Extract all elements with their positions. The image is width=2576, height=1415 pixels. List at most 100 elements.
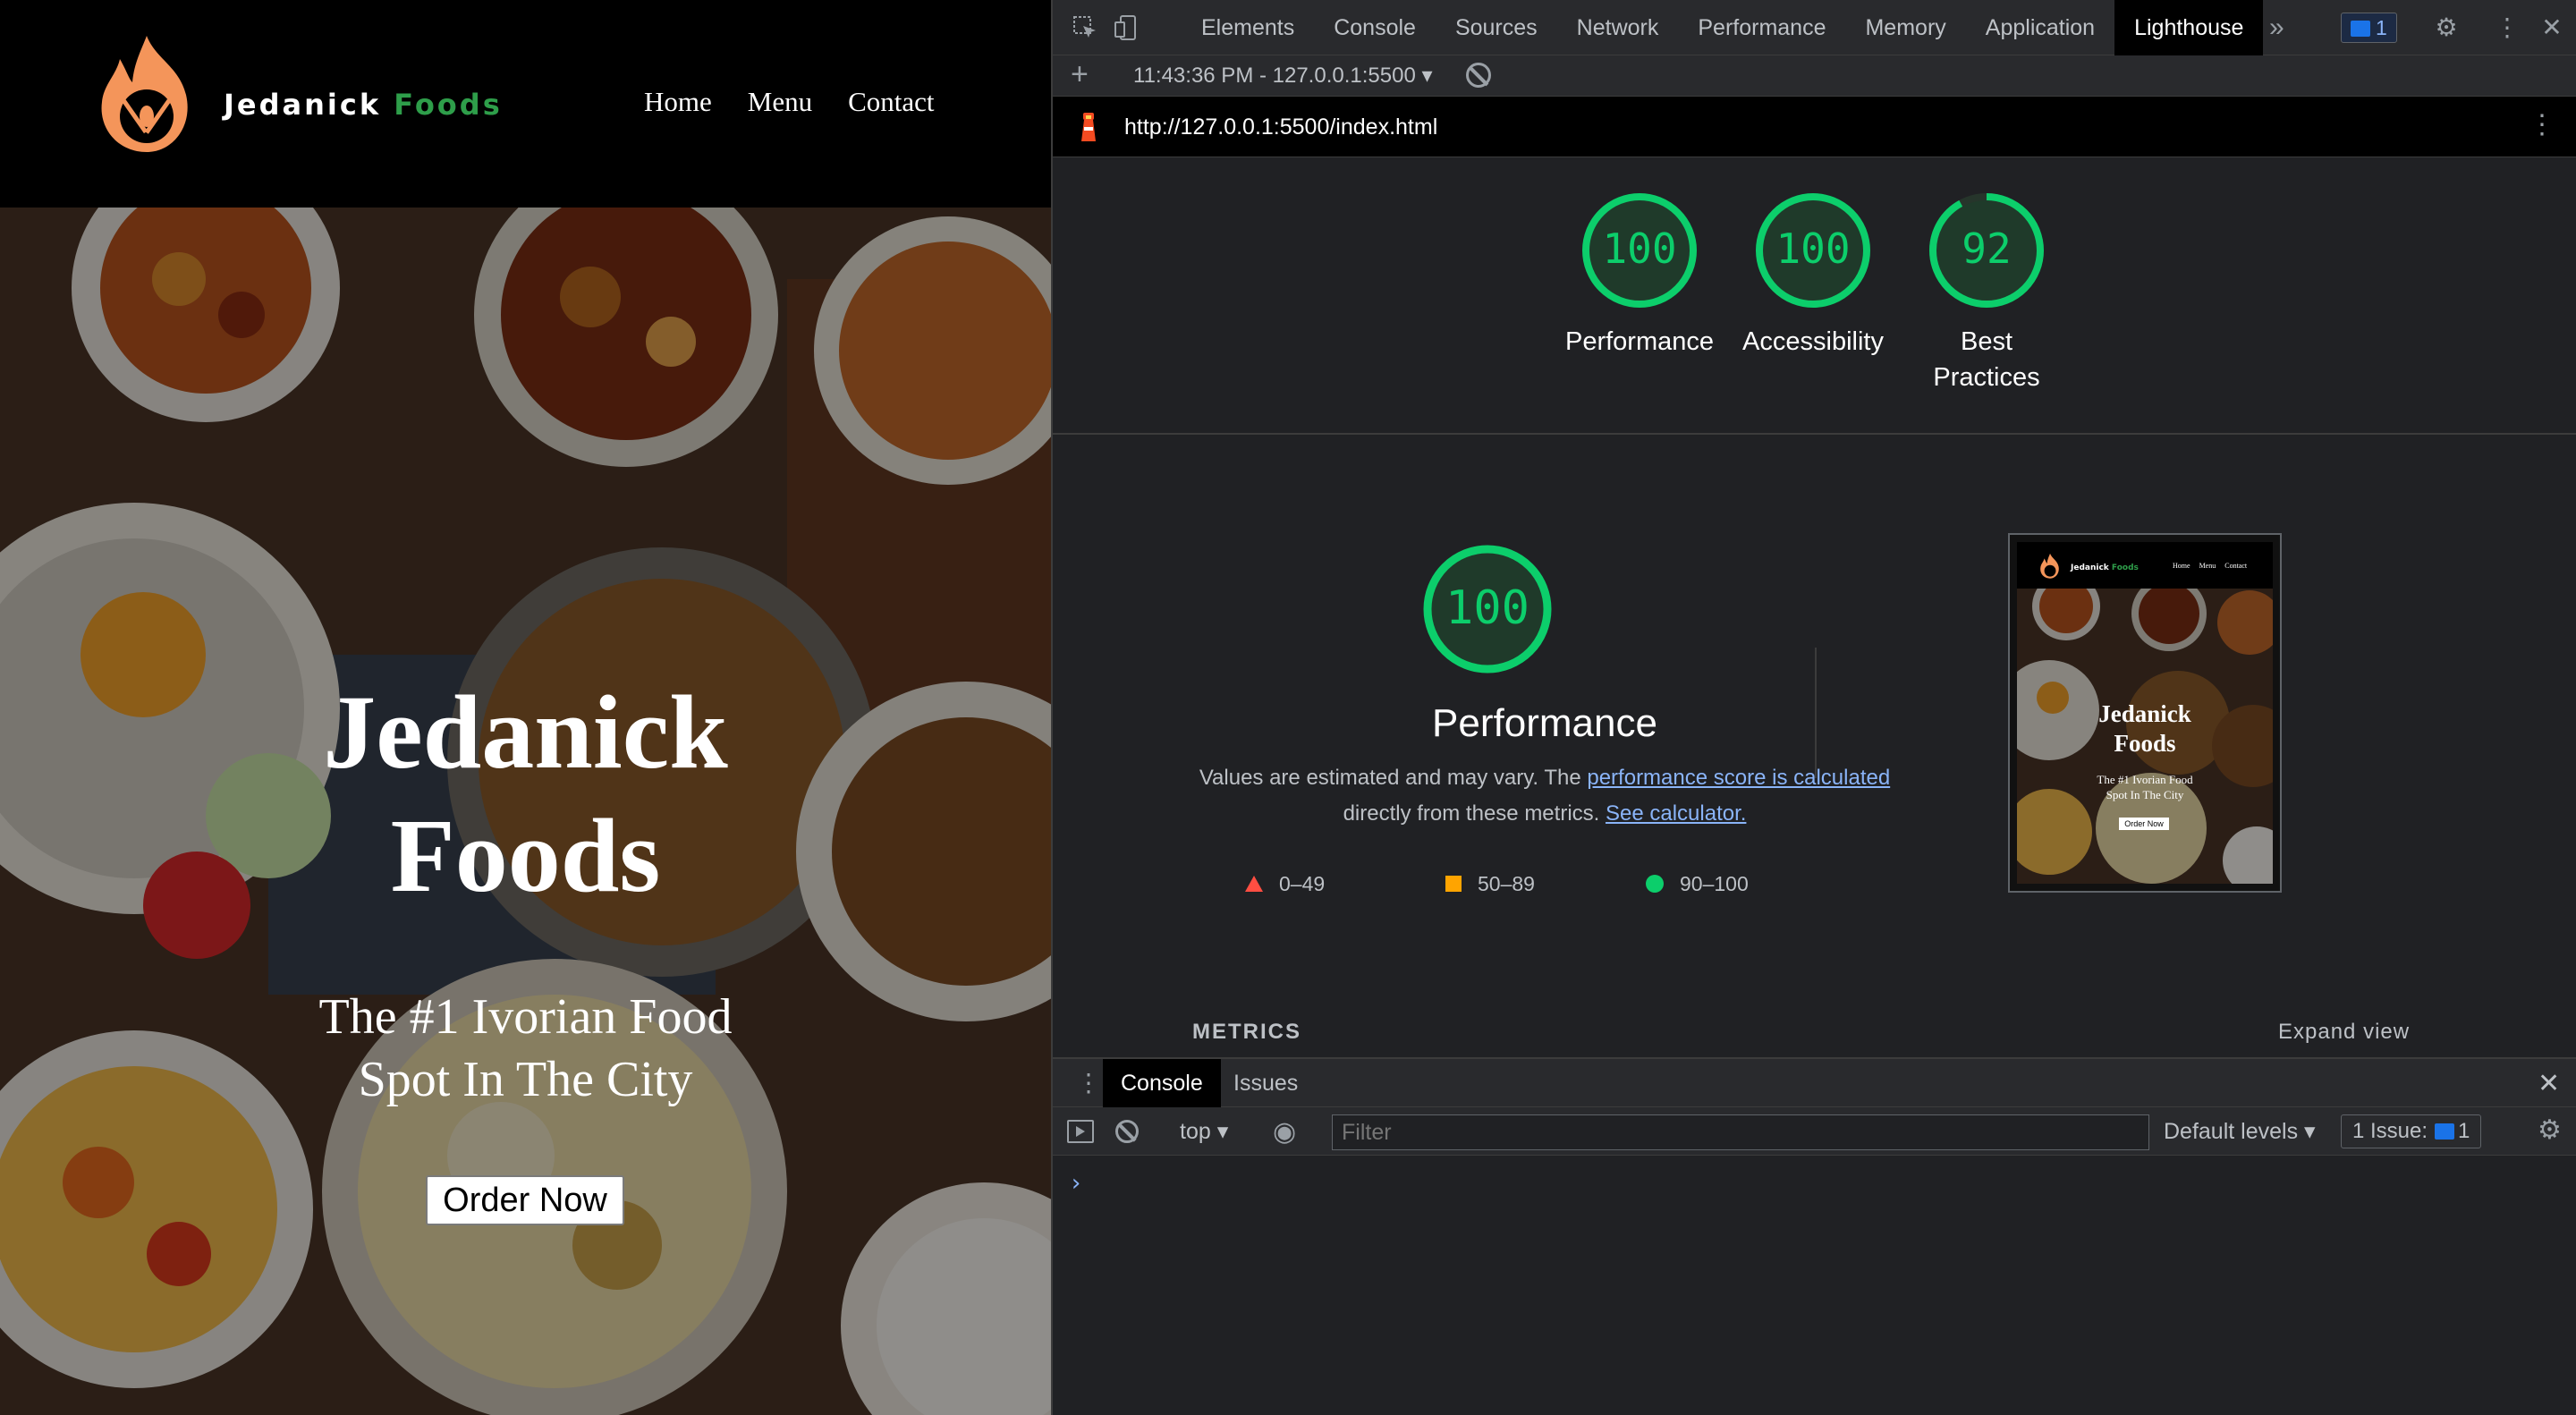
thumbnail-title-line-2: Foods	[2114, 730, 2176, 757]
report-menu-icon[interactable]: ⋮	[2529, 109, 2555, 140]
console-prompt-caret[interactable]: ›	[1069, 1170, 1083, 1197]
close-devtools-icon[interactable]: ✕	[2538, 13, 2566, 42]
thumbnail-subtitle-line-1: The #1 Ivorian Food	[2097, 773, 2193, 786]
expand-view-toggle[interactable]: Expand view	[2278, 1020, 2410, 1045]
hero-section: Jedanick Foods The #1 Ivorian Food Spot …	[0, 208, 1051, 1415]
thumbnail-page: Jedanick Foods Home Menu Contact Jedanic…	[2017, 542, 2273, 884]
legend-pass: 90–100	[1646, 866, 1846, 902]
legend-fail: 0–49	[1245, 866, 1445, 902]
console-issues-button[interactable]: 1 Issue: 1	[2341, 1114, 2482, 1148]
tab-performance[interactable]: Performance	[1678, 0, 1845, 55]
thumbnail-title-line-1: Jedanick	[2098, 700, 2191, 727]
devtools-toolbar: Elements Console Sources Network Perform…	[1053, 0, 2576, 55]
issue-message-icon	[2351, 21, 2370, 37]
drawer-tab-issues[interactable]: Issues	[1216, 1059, 1316, 1107]
tab-memory[interactable]: Memory	[1845, 0, 1965, 55]
legend-average-label: 50–89	[1478, 871, 1535, 895]
tab-lighthouse[interactable]: Lighthouse	[2114, 0, 2264, 55]
hero-subtitle: The #1 Ivorian Food Spot In The City	[0, 986, 1051, 1111]
gauge-best-practices-score: 92	[1962, 225, 2012, 273]
clear-reports-icon[interactable]	[1466, 63, 1491, 88]
issues-counter-value: 1	[2376, 16, 2387, 39]
gauge-accessibility[interactable]: 100	[1755, 192, 1871, 309]
execution-context-select[interactable]: top ▾	[1180, 1118, 1228, 1145]
hero-title-line-1: Jedanick	[323, 674, 728, 791]
console-settings-gear-icon[interactable]: ⚙	[2538, 1114, 2562, 1146]
chevron-down-icon: ▾	[1421, 64, 1433, 88]
gauge-best-practices[interactable]: 92	[1928, 192, 2045, 309]
console-issues-label: 1 Issue:	[2352, 1119, 2428, 1143]
hero-title-line-2: Foods	[390, 797, 661, 914]
console-sidebar-toggle-icon[interactable]	[1067, 1120, 1094, 1143]
site-nav: Home Menu Contact	[644, 86, 935, 118]
gauge-best-practices-label-line-1: Best	[1960, 327, 2013, 356]
devtools-tabs: Elements Console Sources Network Perform…	[1182, 0, 2264, 55]
thumbnail-header: Jedanick Foods Home Menu Contact	[2017, 542, 2273, 589]
lighthouse-url-bar: http://127.0.0.1:5500/index.html ⋮	[1053, 97, 2576, 157]
nav-menu-link[interactable]: Menu	[748, 86, 812, 118]
hero-subtitle-line-2: Spot In The City	[358, 1052, 693, 1107]
gauge-best-practices-label: Best Practices	[1874, 324, 2099, 395]
new-report-plus-icon[interactable]: +	[1071, 59, 1089, 89]
gauge-performance[interactable]: 100	[1581, 192, 1698, 309]
issue-message-icon	[2435, 1123, 2455, 1140]
thumbnail-brand-accent: Foods	[2111, 563, 2139, 572]
performance-description-prefix: Values are estimated and may vary. The	[1199, 766, 1588, 790]
gauge-best-practices-label-line-2: Practices	[1933, 363, 2040, 392]
tab-application[interactable]: Application	[1966, 0, 2114, 55]
tab-sources[interactable]: Sources	[1436, 0, 1557, 55]
console-toolbar: top ▾ ◉ Default levels ▾ 1 Issue: 1 ⚙	[1053, 1107, 2576, 1156]
gauge-performance-score: 100	[1602, 225, 1677, 273]
devtools-panel: Elements Console Sources Network Perform…	[1051, 0, 2576, 1415]
order-now-button[interactable]: Order Now	[426, 1175, 624, 1225]
average-square-icon	[1445, 876, 1462, 892]
performance-detail-gauge: 100	[1422, 544, 1553, 674]
flame-utensils-logo[interactable]	[93, 32, 200, 157]
tab-elements[interactable]: Elements	[1182, 0, 1314, 55]
thumbnail-subtitle-line-2: Spot In The City	[2106, 788, 2184, 801]
tab-console[interactable]: Console	[1314, 0, 1436, 55]
report-selector[interactable]: 11:43:36 PM - 127.0.0.1:5500 ▾	[1133, 63, 1433, 89]
inspect-element-icon[interactable]	[1071, 13, 1099, 42]
website-viewport: Jedanick Foods Home Menu Contact Jedanic…	[0, 0, 1051, 1415]
customize-menu-icon[interactable]: ⋮	[2493, 13, 2521, 42]
more-tabs-chevron-icon[interactable]: »	[2269, 13, 2284, 43]
console-filter-input[interactable]	[1332, 1114, 2149, 1150]
close-drawer-icon[interactable]: ✕	[2538, 1068, 2560, 1099]
device-toolbar-icon[interactable]	[1112, 13, 1140, 42]
legend-average: 50–89	[1445, 866, 1646, 902]
see-calculator-link[interactable]: See calculator.	[1606, 801, 1746, 826]
thumbnail-flame-logo	[2040, 553, 2059, 579]
hero-subtitle-line-1: The #1 Ivorian Food	[318, 989, 733, 1045]
console-drawer: ⋮ Console Issues ✕ top ▾ ◉ Default level…	[1053, 1057, 2576, 1415]
chevron-down-icon: ▾	[2304, 1119, 2316, 1144]
thumbnail-nav-contact: Contact	[2224, 562, 2248, 570]
legend-fail-label: 0–49	[1279, 871, 1326, 895]
drawer-tabbar: ⋮ Console Issues ✕	[1053, 1059, 2576, 1107]
nav-contact-link[interactable]: Contact	[848, 86, 934, 118]
brand-accent: Foods	[394, 88, 503, 122]
live-expression-eye-icon[interactable]: ◉	[1273, 1116, 1296, 1148]
performance-score-link[interactable]: performance score is calculated	[1587, 766, 1890, 790]
lighthouse-report: 100 Performance 100 Accessibility 92 Bes…	[1053, 157, 2576, 1057]
performance-detail-score: 100	[1445, 581, 1530, 635]
chevron-down-icon: ▾	[1216, 1119, 1229, 1144]
thumbnail-subtitle: The #1 Ivorian Food Spot In The City	[2017, 772, 2273, 802]
settings-gear-icon[interactable]: ⚙	[2432, 13, 2461, 42]
console-issues-count: 1	[2458, 1119, 2470, 1143]
log-levels-dropdown[interactable]: Default levels ▾	[2164, 1118, 2316, 1145]
clear-console-icon[interactable]	[1115, 1120, 1139, 1143]
drawer-menu-icon[interactable]: ⋮	[1076, 1068, 1101, 1097]
detail-vertical-divider	[1815, 648, 1817, 778]
site-brand[interactable]: Jedanick Foods	[224, 88, 503, 122]
tab-network[interactable]: Network	[1557, 0, 1679, 55]
nav-home-link[interactable]: Home	[644, 86, 712, 118]
issues-counter-button[interactable]: 1	[2341, 13, 2397, 43]
section-divider	[1053, 433, 2576, 435]
performance-description: Values are estimated and may vary. The p…	[1187, 760, 1902, 832]
pass-circle-icon	[1646, 875, 1664, 893]
final-screenshot-thumbnail[interactable]: Jedanick Foods Home Menu Contact Jedanic…	[2008, 533, 2282, 893]
drawer-tab-console[interactable]: Console	[1103, 1059, 1221, 1107]
score-legend: 0–49 50–89 90–100	[1245, 866, 1846, 902]
metrics-section-label: METRICS	[1192, 1020, 1301, 1044]
